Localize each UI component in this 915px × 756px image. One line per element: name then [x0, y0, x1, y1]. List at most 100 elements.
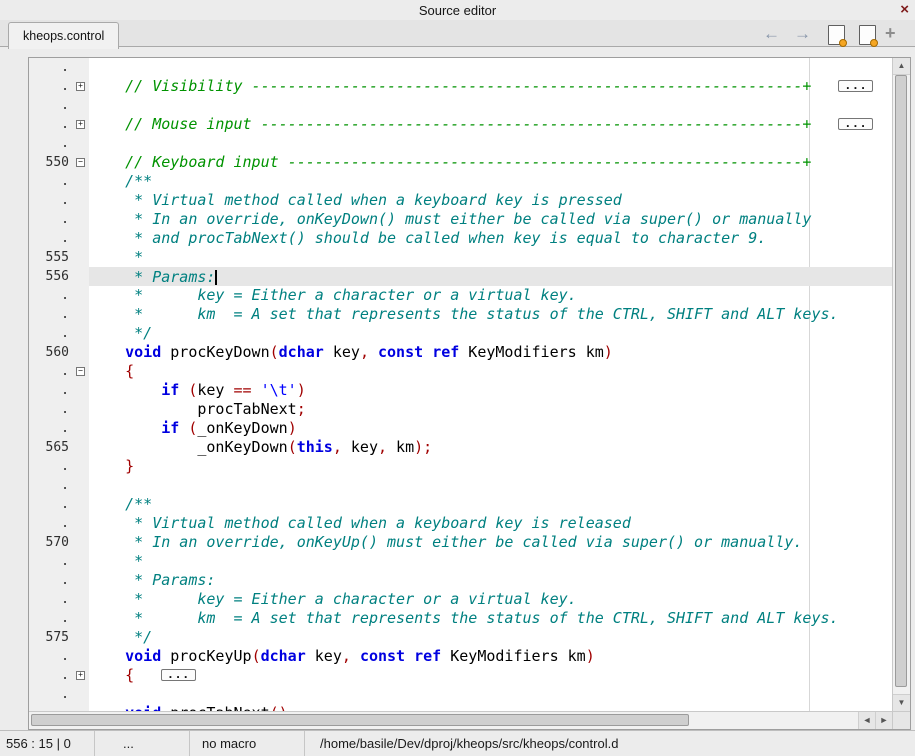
fold-margin — [73, 476, 89, 495]
scroll-up-button[interactable]: ▲ — [893, 58, 910, 75]
code-text[interactable]: { — [89, 362, 892, 381]
code-line[interactable]: 575 */ — [29, 628, 892, 647]
code-text[interactable]: /** — [89, 495, 892, 514]
code-text[interactable]: * In an override, onKeyUp() must either … — [89, 533, 892, 552]
document-button-2[interactable] — [859, 25, 876, 45]
code-line[interactable]: .+ {... — [29, 666, 892, 685]
fold-ellipsis[interactable]: ... — [838, 118, 873, 130]
code-text[interactable]: * — [89, 248, 892, 267]
plus-button[interactable]: + — [885, 24, 896, 42]
code-text[interactable] — [89, 134, 892, 153]
code-text[interactable]: * key = Either a character or a virtual … — [89, 286, 892, 305]
code-text[interactable]: * km = A set that represents the status … — [89, 609, 892, 628]
document-button-1[interactable] — [828, 25, 845, 45]
horizontal-scrollbar[interactable]: ◄ ► — [29, 711, 892, 729]
scroll-right-button[interactable]: ► — [875, 712, 892, 729]
code-text[interactable] — [89, 476, 892, 495]
code-line[interactable]: . * Virtual method called when a keyboar… — [29, 514, 892, 533]
line-number: . — [29, 172, 73, 191]
code-text[interactable]: * — [89, 552, 892, 571]
code-text[interactable] — [89, 685, 892, 704]
code-line[interactable]: . * and procTabNext() should be called w… — [29, 229, 892, 248]
go-back-button[interactable]: ← — [763, 25, 780, 42]
code-text[interactable]: * In an override, onKeyDown() must eithe… — [89, 210, 892, 229]
code-text[interactable]: /** — [89, 172, 892, 191]
code-text[interactable]: * Params: — [89, 267, 892, 286]
code-line[interactable]: . /** — [29, 172, 892, 191]
code-text[interactable]: } — [89, 457, 892, 476]
code-line[interactable]: . void procKeyUp(dchar key, const ref Ke… — [29, 647, 892, 666]
scroll-left-button[interactable]: ◄ — [858, 712, 875, 729]
code-line[interactable]: . * km = A set that represents the statu… — [29, 609, 892, 628]
code-line[interactable]: . * Virtual method called when a keyboar… — [29, 191, 892, 210]
code-line[interactable]: . — [29, 58, 892, 77]
line-number: . — [29, 134, 73, 153]
code-text[interactable]: */ — [89, 628, 892, 647]
code-line[interactable]: 565 _onKeyDown(this, key, km); — [29, 438, 892, 457]
code-text[interactable]: * Virtual method called when a keyboard … — [89, 514, 892, 533]
vertical-scrollbar[interactable]: ▲ ▼ — [892, 58, 910, 711]
code-line[interactable]: . procTabNext; — [29, 400, 892, 419]
code-text[interactable]: if (_onKeyDown) — [89, 419, 892, 438]
code-line[interactable]: . * Params: — [29, 571, 892, 590]
code-text[interactable]: * key = Either a character or a virtual … — [89, 590, 892, 609]
fold-ellipsis[interactable]: ... — [161, 669, 196, 681]
code-line[interactable]: .− { — [29, 362, 892, 381]
code-line[interactable]: 556 * Params: — [29, 267, 892, 286]
code-text[interactable]: // Mouse input -------------------------… — [89, 115, 892, 134]
go-forward-button[interactable]: → — [794, 25, 811, 42]
code-text[interactable] — [89, 58, 892, 77]
code-text[interactable]: void procTabNext() — [89, 704, 892, 711]
code-text[interactable]: void procKeyDown(dchar key, const ref Ke… — [89, 343, 892, 362]
fold-toggle[interactable]: + — [76, 82, 85, 91]
tab-kheops-control[interactable]: kheops.control — [8, 22, 119, 49]
code-line[interactable]: . — [29, 96, 892, 115]
code-line[interactable]: . * In an override, onKeyDown() must eit… — [29, 210, 892, 229]
code-text[interactable]: _onKeyDown(this, key, km); — [89, 438, 892, 457]
vertical-scrollbar-thumb[interactable] — [895, 75, 907, 687]
fold-toggle[interactable]: + — [76, 120, 85, 129]
code-line[interactable]: .+ // Visibility -----------------------… — [29, 77, 892, 96]
code-line[interactable]: . void procTabNext() — [29, 704, 892, 711]
code-line[interactable]: . if (_onKeyDown) — [29, 419, 892, 438]
code-text[interactable]: void procKeyUp(dchar key, const ref KeyM… — [89, 647, 892, 666]
fold-toggle[interactable]: + — [76, 671, 85, 680]
code-text[interactable]: * and procTabNext() should be called whe… — [89, 229, 892, 248]
code-line[interactable]: . — [29, 134, 892, 153]
code-line[interactable]: . /** — [29, 495, 892, 514]
code-line[interactable]: .+ // Mouse input ----------------------… — [29, 115, 892, 134]
editor-rows[interactable]: ..+ // Visibility ----------------------… — [29, 58, 892, 711]
code-line[interactable]: 550− // Keyboard input -----------------… — [29, 153, 892, 172]
code-line[interactable]: . * — [29, 552, 892, 571]
code-line[interactable]: 560 void procKeyDown(dchar key, const re… — [29, 343, 892, 362]
code-line[interactable]: 570 * In an override, onKeyUp() must eit… — [29, 533, 892, 552]
code-text[interactable]: */ — [89, 324, 892, 343]
code-text[interactable]: procTabNext; — [89, 400, 892, 419]
code-text[interactable]: * Virtual method called when a keyboard … — [89, 191, 892, 210]
code-text[interactable]: // Keyboard input ----------------------… — [89, 153, 892, 172]
source-editor-window: { "window": { "title": "Source editor" }… — [0, 0, 915, 756]
code-text[interactable]: * km = A set that represents the status … — [89, 305, 892, 324]
code-text[interactable]: {... — [89, 666, 892, 685]
fold-toggle[interactable]: − — [76, 158, 85, 167]
code-text[interactable]: * Params: — [89, 571, 892, 590]
fold-margin — [73, 609, 89, 628]
code-text[interactable] — [89, 96, 892, 115]
code-line[interactable]: . — [29, 476, 892, 495]
code-line[interactable]: . * km = A set that represents the statu… — [29, 305, 892, 324]
code-text[interactable]: // Visibility --------------------------… — [89, 77, 892, 96]
fold-toggle[interactable]: − — [76, 367, 85, 376]
close-button[interactable]: × — [900, 0, 909, 20]
code-line[interactable]: . */ — [29, 324, 892, 343]
horizontal-scrollbar-thumb[interactable] — [31, 714, 689, 726]
code-line[interactable]: . * key = Either a character or a virtua… — [29, 286, 892, 305]
file-path: /home/basile/Dev/dproj/kheops/src/kheops… — [305, 731, 915, 756]
code-text[interactable]: if (key == '\t') — [89, 381, 892, 400]
code-line[interactable]: 555 * — [29, 248, 892, 267]
scroll-down-button[interactable]: ▼ — [893, 694, 910, 711]
code-line[interactable]: . if (key == '\t') — [29, 381, 892, 400]
code-line[interactable]: . } — [29, 457, 892, 476]
code-line[interactable]: . — [29, 685, 892, 704]
fold-ellipsis[interactable]: ... — [838, 80, 873, 92]
code-line[interactable]: . * key = Either a character or a virtua… — [29, 590, 892, 609]
